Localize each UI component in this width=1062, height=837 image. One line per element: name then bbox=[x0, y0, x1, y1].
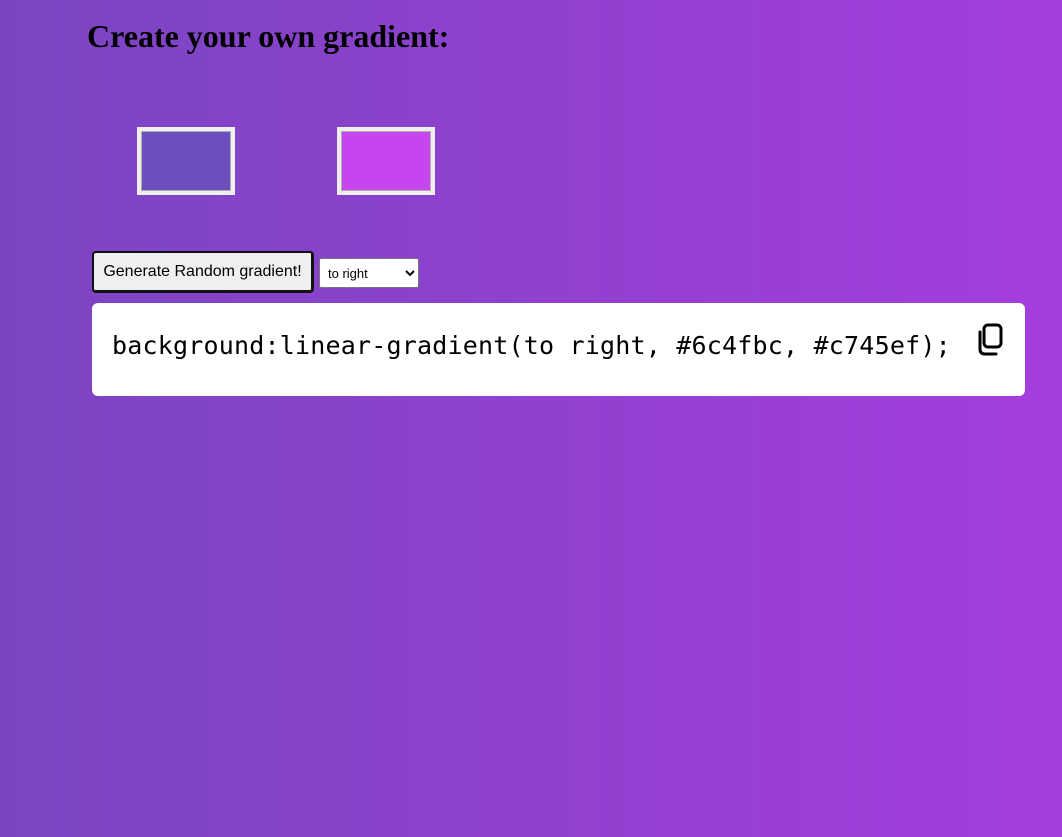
generate-random-gradient-button[interactable]: Generate Random gradient! bbox=[92, 251, 314, 293]
copy-icon[interactable] bbox=[974, 323, 1004, 357]
color-picker-1[interactable] bbox=[137, 127, 235, 195]
css-output-text: background:linear-gradient(to right, #6c… bbox=[112, 331, 951, 360]
direction-select[interactable]: to right bbox=[319, 258, 419, 288]
color-picker-2[interactable] bbox=[337, 127, 435, 195]
page-title: Create your own gradient: bbox=[87, 18, 450, 54]
css-output-box: background:linear-gradient(to right, #6c… bbox=[92, 303, 1025, 396]
